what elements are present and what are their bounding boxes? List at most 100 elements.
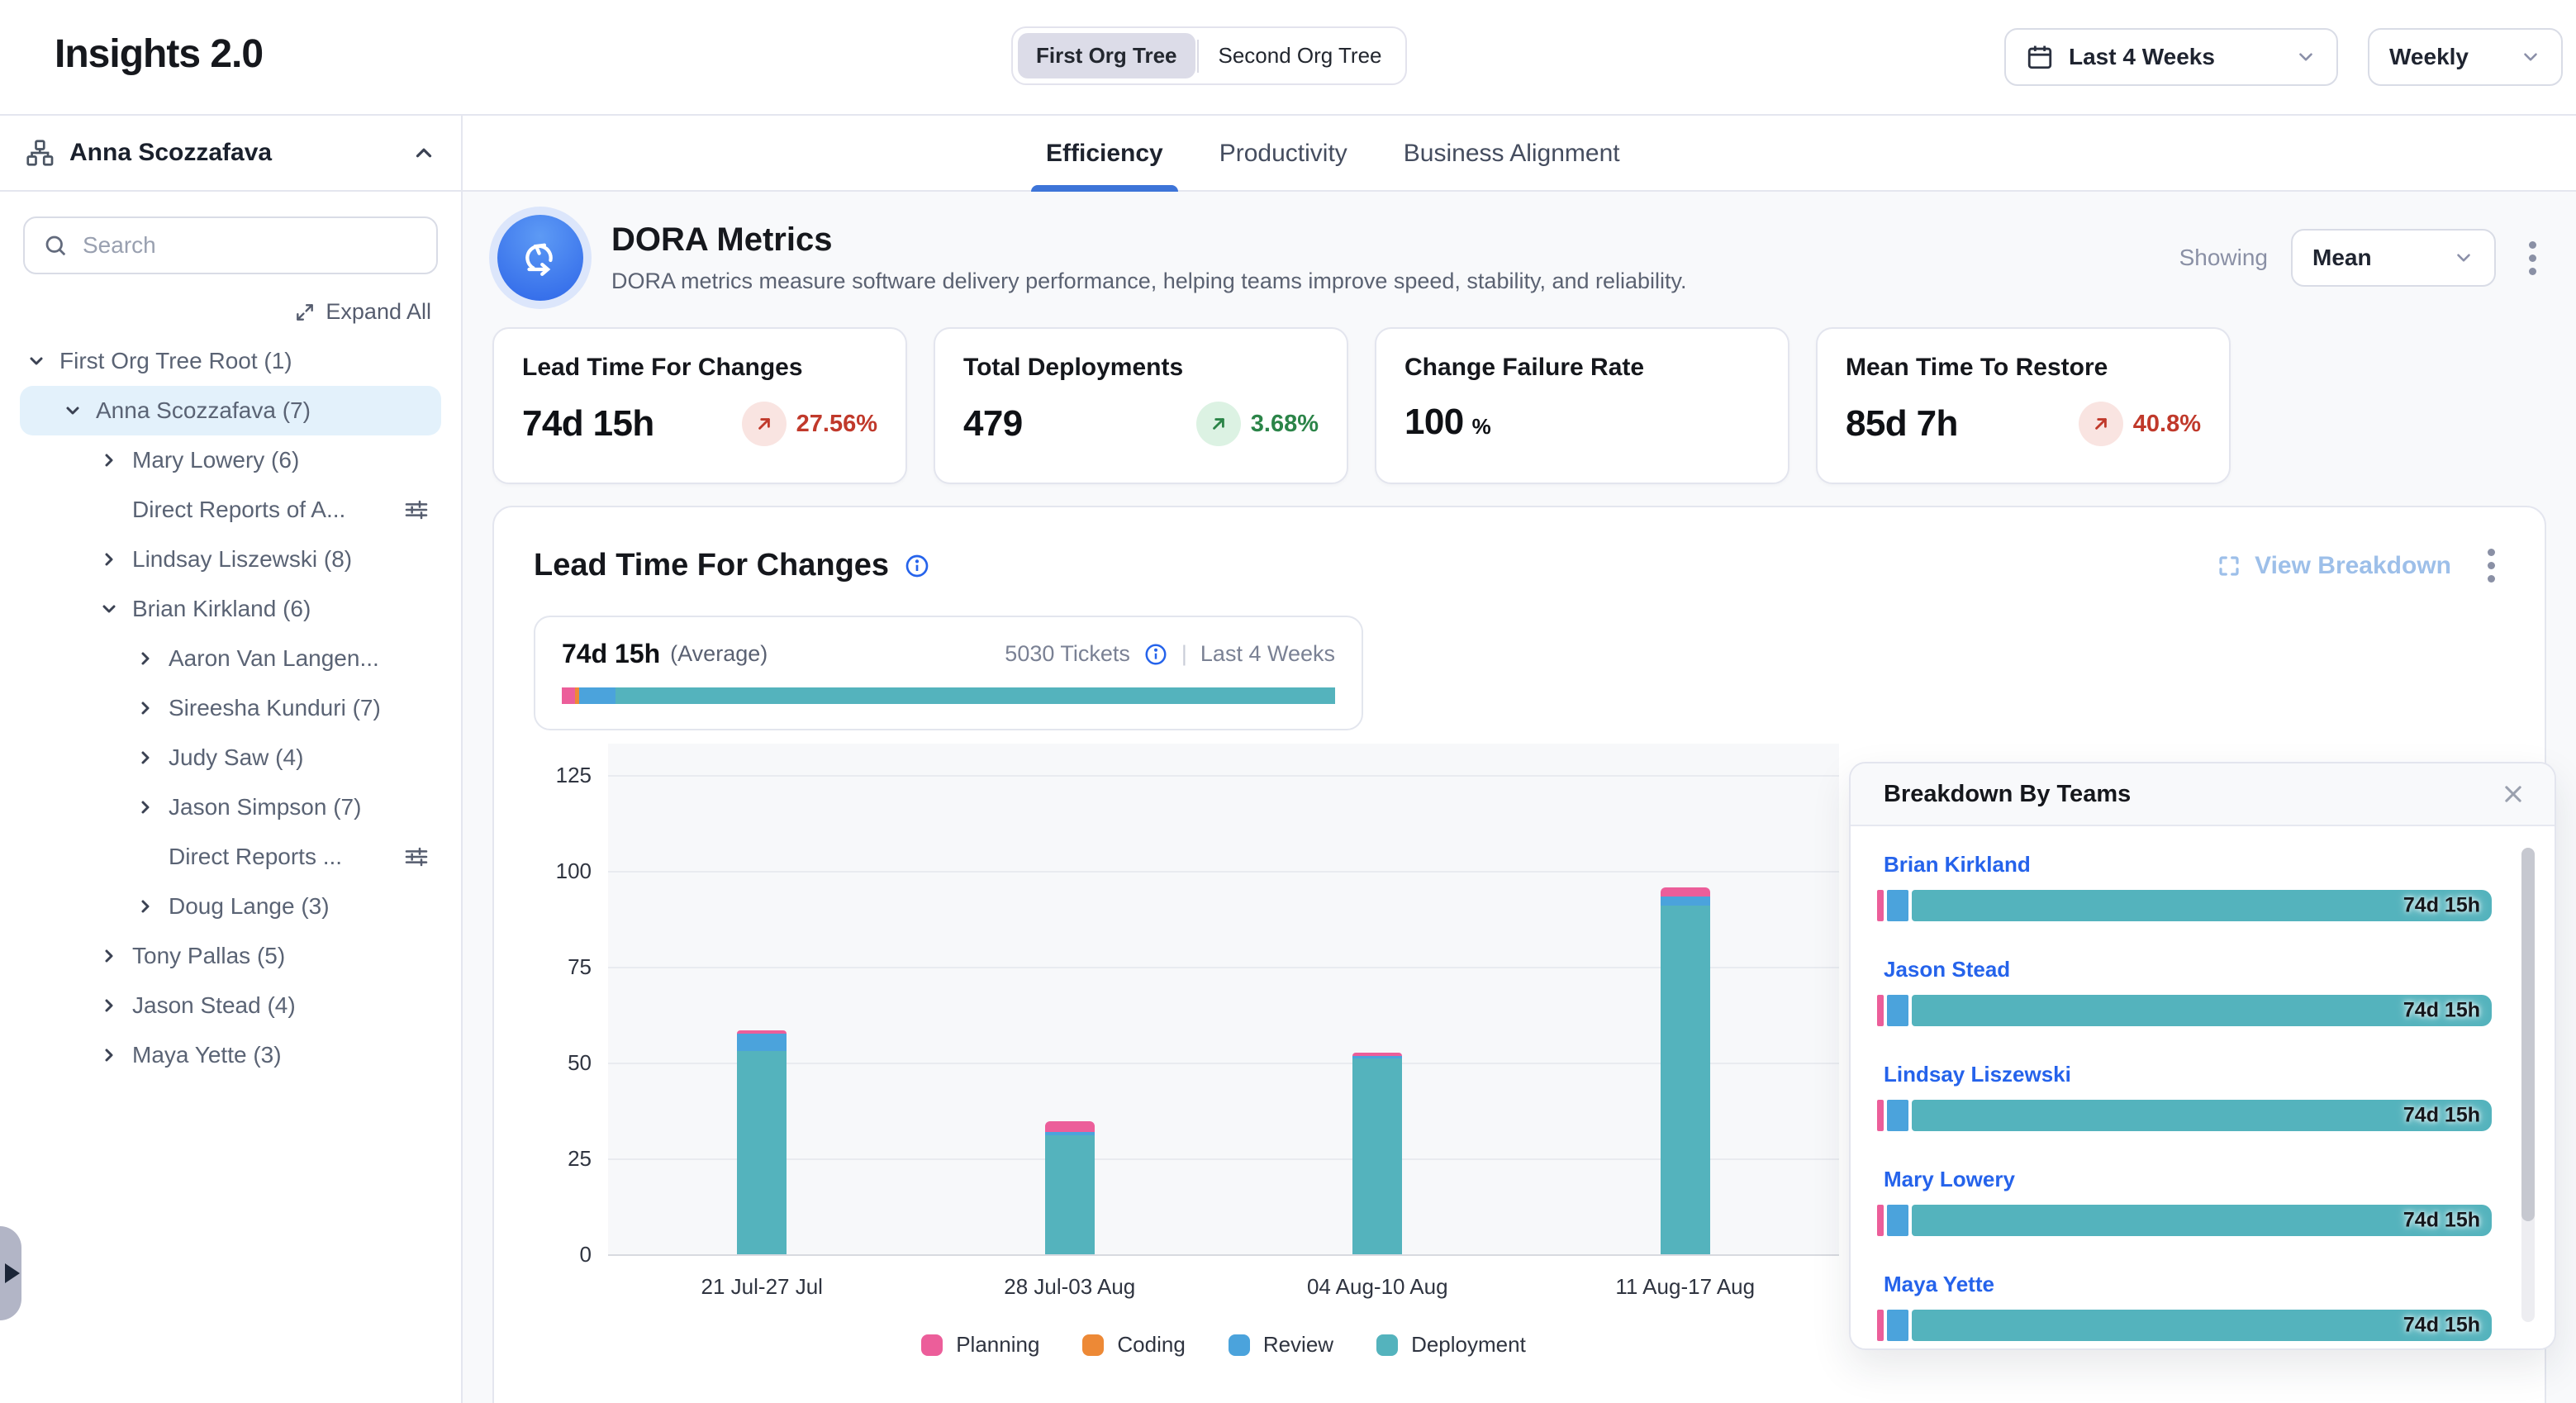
team-name-link[interactable]: Mary Lowery [1884, 1167, 2015, 1192]
tree-item-brian-kirkland-6[interactable]: Brian Kirkland (6) [20, 584, 441, 634]
chevron-up-icon[interactable] [411, 140, 436, 165]
collapse-handle-icon [5, 1263, 30, 1283]
team-name-link[interactable]: Jason Stead [1884, 957, 2010, 982]
org-tree: First Org Tree Root (1) Anna Scozzafava (… [0, 336, 461, 1080]
chart-x-axis: 21 Jul-27 Jul28 Jul-03 Aug04 Aug-10 Aug1… [608, 1269, 1839, 1306]
breakdown-panel: Breakdown By Teams Brian Kirkland 74d 15h… [1849, 762, 2556, 1350]
team-name-link[interactable]: Lindsay Liszewski [1884, 1062, 2071, 1087]
legend-swatch [1376, 1334, 1398, 1356]
dora-section-header: DORA Metrics DORA metrics measure softwa… [492, 215, 2546, 301]
kebab-menu-icon[interactable] [2519, 235, 2546, 282]
org-tree-option-second[interactable]: Second Org Tree [1200, 33, 1400, 78]
team-bar-segment-deployment: 74d 15h [1912, 1100, 2492, 1131]
tree-item-doug-lange-3[interactable]: Doug Lange (3) [20, 882, 441, 931]
average-summary-box: 74d 15h (Average) 5030 Tickets | Last 4 … [534, 616, 1363, 730]
chart-y-axis: 0255075100125 [534, 744, 608, 1256]
metric-value: 100% [1404, 402, 1490, 443]
granularity-select[interactable]: Weekly [2368, 28, 2563, 86]
chevron-right-icon[interactable] [99, 1045, 119, 1065]
info-icon[interactable] [1143, 642, 1168, 667]
chevron-right-icon[interactable] [99, 996, 119, 1015]
team-name-link[interactable]: Brian Kirkland [1884, 852, 2031, 877]
aggregation-select[interactable]: Mean [2291, 229, 2496, 287]
tree-item-lindsay-liszewski-8[interactable]: Lindsay Liszewski (8) [20, 535, 441, 584]
legend-item-deployment[interactable]: Deployment [1376, 1332, 1526, 1358]
sidebar-user-name: Anna Scozzafava [69, 139, 272, 167]
kebab-menu-icon[interactable] [2478, 542, 2505, 589]
tree-item-first-org-tree-root-1[interactable]: First Org Tree Root (1) [20, 336, 441, 386]
close-icon[interactable] [2495, 776, 2531, 812]
chevron-right-icon[interactable] [135, 649, 155, 668]
chevron-right-icon[interactable] [99, 946, 119, 966]
tree-item-tony-pallas-5[interactable]: Tony Pallas (5) [20, 931, 441, 981]
tree-item-label: Doug Lange (3) [169, 893, 330, 920]
tree-item-jason-stead-4[interactable]: Jason Stead (4) [20, 981, 441, 1030]
legend-item-review[interactable]: Review [1229, 1332, 1333, 1358]
filter-sliders-icon[interactable] [403, 844, 430, 870]
search-input[interactable] [83, 232, 418, 259]
trend-badge: 40.8% [2079, 402, 2201, 446]
tree-item-label: First Org Tree Root (1) [59, 348, 292, 374]
chevron-right-icon[interactable] [135, 797, 155, 817]
chevron-right-icon[interactable] [135, 748, 155, 768]
breakdown-panel-title: Breakdown By Teams [1884, 781, 2131, 808]
trend-percent: 27.56% [796, 411, 877, 438]
tab-productivity[interactable]: Productivity [1219, 116, 1347, 192]
chevron-down-icon [2295, 46, 2317, 68]
chevron-down-icon[interactable] [99, 599, 119, 619]
panel-scrollbar-track[interactable] [2521, 848, 2535, 1322]
legend-swatch [1082, 1334, 1104, 1356]
tree-item-direct-reports[interactable]: Direct Reports ... [20, 832, 441, 882]
tree-item-mary-lowery-6[interactable]: Mary Lowery (6) [20, 435, 441, 485]
org-tree-icon [25, 138, 55, 168]
tab-efficiency[interactable]: Efficiency [1046, 116, 1163, 192]
team-name-link[interactable]: Maya Yette [1884, 1272, 1994, 1297]
tree-item-direct-reports-of-a[interactable]: Direct Reports of A... [20, 485, 441, 535]
chevron-down-icon[interactable] [63, 401, 83, 421]
dora-title: DORA Metrics [611, 221, 1687, 259]
filter-sliders-icon[interactable] [403, 497, 430, 523]
expand-all-button[interactable]: Expand All [30, 299, 431, 325]
stacked-bar-1 [737, 1030, 787, 1254]
chevron-right-icon[interactable] [135, 698, 155, 718]
trend-up-arrow-icon [2079, 402, 2123, 446]
tree-item-aaron-van-langen[interactable]: Aaron Van Langen... [20, 634, 441, 683]
info-icon[interactable] [904, 553, 930, 579]
metric-value-row: 100% [1404, 402, 1760, 443]
legend-label: Planning [956, 1332, 1039, 1358]
metric-value: 479 [963, 403, 1023, 445]
sidebar-collapse-handle[interactable] [0, 1226, 21, 1320]
team-bar-segment-review [1887, 890, 1908, 921]
chevron-right-icon[interactable] [135, 896, 155, 916]
sidebar-header[interactable]: Anna Scozzafava [0, 114, 463, 192]
legend-item-coding[interactable]: Coding [1082, 1332, 1185, 1358]
tree-item-jason-simpson-7[interactable]: Jason Simpson (7) [20, 782, 441, 832]
tree-item-label: Anna Scozzafava (7) [96, 397, 311, 424]
stacked-bar-2 [1045, 1121, 1095, 1254]
metric-value: 85d 7h [1846, 403, 1958, 445]
org-tree-option-first[interactable]: First Org Tree [1018, 33, 1195, 78]
team-bar-segment-planning [1877, 1310, 1884, 1341]
chevron-right-icon[interactable] [99, 450, 119, 470]
date-range-select[interactable]: Last 4 Weeks [2004, 28, 2338, 86]
chevron-down-icon[interactable] [26, 351, 46, 371]
gridline [608, 1063, 1839, 1064]
chevron-right-icon[interactable] [99, 549, 119, 569]
view-breakdown-button[interactable]: View Breakdown [2217, 552, 2451, 580]
legend-label: Coding [1117, 1332, 1185, 1358]
granularity-value: Weekly [2389, 44, 2469, 70]
tab-bar: Efficiency Productivity Business Alignment [463, 114, 2576, 192]
tree-item-judy-saw-4[interactable]: Judy Saw (4) [20, 733, 441, 782]
tree-item-maya-yette-3[interactable]: Maya Yette (3) [20, 1030, 441, 1080]
tree-item-sireesha-kunduri-7[interactable]: Sireesha Kunduri (7) [20, 683, 441, 733]
gridline [608, 967, 1839, 968]
tree-item-label: Lindsay Liszewski (8) [132, 546, 352, 573]
panel-scrollbar-thumb[interactable] [2521, 848, 2535, 1221]
lead-time-actions: View Breakdown [2217, 542, 2505, 589]
team-lead-time-bar: 74d 15h [1877, 995, 2492, 1026]
tree-item-anna-scozzafava-7[interactable]: Anna Scozzafava (7) [20, 386, 441, 435]
tree-item-label: Jason Simpson (7) [169, 794, 361, 820]
tab-business-alignment[interactable]: Business Alignment [1404, 116, 1620, 192]
legend-item-planning[interactable]: Planning [921, 1332, 1039, 1358]
team-row-mary-lowery: Mary Lowery74d 15h [1877, 1163, 2492, 1236]
